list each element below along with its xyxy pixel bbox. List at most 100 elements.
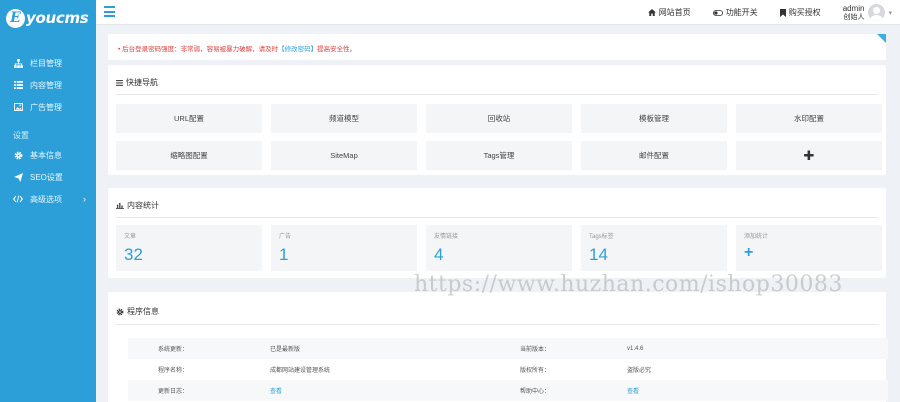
change-password-link[interactable]: 【修改密码】 xyxy=(278,46,317,53)
info-key: 版权所有： xyxy=(520,368,551,374)
code-icon xyxy=(13,194,23,204)
user-menu[interactable]: admin 创始人 ▾ xyxy=(843,4,892,22)
stat-label: Tags标签 xyxy=(589,234,614,240)
quick-nav-grid: URL配置 频道模型 回收站 模板管理 水印配置 缩略图配置 SiteMap T… xyxy=(116,104,882,170)
stat-value: 14 xyxy=(589,245,608,264)
quick-btn-mail-config[interactable]: 邮件配置 xyxy=(581,141,727,170)
quick-btn-recycle-bin[interactable]: 回收站 xyxy=(426,104,572,133)
info-key: 更新日志： xyxy=(157,389,188,395)
quick-btn-template-manage[interactable]: 模板管理 xyxy=(581,104,727,133)
sidebar-item-advanced[interactable]: 高级选项 › xyxy=(0,188,96,210)
add-shortcut-button[interactable]: ✚ xyxy=(736,141,882,170)
table-row: 程序名称： 成都网站建设管理系统 版权所有： 盗版必究 xyxy=(128,359,888,380)
quick-btn-tags-manage[interactable]: Tags管理 xyxy=(426,141,572,170)
info-value: 已是最新版 xyxy=(270,347,301,353)
info-key: 当前版本： xyxy=(520,347,551,353)
sidebar-item-label: 内容管理 xyxy=(30,80,62,90)
hamburger-icon xyxy=(104,6,115,8)
program-info-title: 程序信息 xyxy=(116,306,159,317)
user-info: admin 创始人 xyxy=(843,4,865,22)
quick-btn-url-config[interactable]: URL配置 xyxy=(116,104,262,133)
quick-btn-thumbnail-config[interactable]: 缩略图配置 xyxy=(116,141,262,170)
gear-icon xyxy=(116,308,124,316)
security-alert: • 后台登录密码强度：非常弱，容易被暴力破解，请及时【修改密码】提高安全性。 xyxy=(108,34,886,60)
stat-articles[interactable]: 文章 32 xyxy=(116,225,262,271)
sidebar-item-label: SEO设置 xyxy=(30,172,63,182)
stat-value: 4 xyxy=(434,245,444,264)
quick-nav-panel: 快捷导航 URL配置 频道模型 回收站 模板管理 水印配置 缩略图配置 Site… xyxy=(108,65,886,175)
sidebar-item-label: 栏目管理 xyxy=(30,58,62,68)
content-stats-panel: 内容统计 文章 32 广告 1 友情链接 4 Tags标签 14 添加统计 + xyxy=(108,188,886,278)
image-icon xyxy=(13,102,23,112)
feature-toggle-link[interactable]: 功能开关 xyxy=(712,7,758,18)
topbar: 网站首页 功能开关 购买授权 admin 创始人 ▾ xyxy=(96,0,900,25)
stat-ads[interactable]: 广告 1 xyxy=(271,225,417,271)
list-icon xyxy=(13,80,23,90)
avatar xyxy=(868,4,886,21)
divider xyxy=(116,324,878,325)
divider xyxy=(116,94,878,95)
main-content: • 后台登录密码强度：非常弱，容易被暴力破解，请及时【修改密码】提高安全性。 快… xyxy=(96,25,900,402)
chevron-right-icon: › xyxy=(83,194,86,204)
logo-text: youcms xyxy=(26,9,89,27)
changelog-link[interactable]: 查看 xyxy=(270,389,282,395)
user-name: admin xyxy=(842,3,865,13)
sidebar-item-seo[interactable]: SEO设置 xyxy=(0,166,96,188)
info-value: 成都网站建设管理系统 xyxy=(270,368,331,374)
stats-grid: 文章 32 广告 1 友情链接 4 Tags标签 14 添加统计 + xyxy=(116,225,882,271)
info-key: 帮助中心： xyxy=(520,389,551,395)
menu-toggle-button[interactable] xyxy=(104,6,115,17)
info-key: 程序名称： xyxy=(157,368,188,374)
logo-badge: E xyxy=(6,8,25,28)
bookmark-icon xyxy=(779,8,786,17)
add-stat-button[interactable]: 添加统计 + xyxy=(736,225,882,271)
info-key: 系统更新： xyxy=(157,347,188,353)
sidebar-item-label: 广告管理 xyxy=(30,102,62,112)
logo[interactable]: E youcms xyxy=(0,0,96,36)
stat-value: 32 xyxy=(124,245,143,264)
stat-tags[interactable]: Tags标签 14 xyxy=(581,225,727,271)
stat-label: 友情链接 xyxy=(434,234,459,240)
info-value: 盗版必究 xyxy=(627,368,652,374)
sidebar-nav: 栏目管理 内容管理 广告管理 设置 基本信息 SEO设置 高级选项 › xyxy=(0,52,96,210)
home-icon xyxy=(647,9,656,16)
program-info-table: 系统更新： 已是最新版 当前版本： v1.4.6 程序名称： 成都网站建设管理系… xyxy=(128,338,888,401)
stat-label: 添加统计 xyxy=(744,234,769,240)
info-value: v1.4.6 xyxy=(627,345,644,352)
help-center-link[interactable]: 查看 xyxy=(627,389,639,395)
sidebar-item-ads[interactable]: 广告管理 xyxy=(0,96,96,118)
corner-ribbon xyxy=(877,34,886,43)
quick-btn-watermark-config[interactable]: 水印配置 xyxy=(736,104,882,133)
send-icon xyxy=(13,172,23,182)
stat-friend-links[interactable]: 友情链接 4 xyxy=(426,225,572,271)
table-row: 系统更新： 已是最新版 当前版本： v1.4.6 xyxy=(128,338,888,359)
top-links: 网站首页 功能开关 购买授权 admin 创始人 ▾ xyxy=(647,0,900,25)
stat-label: 文章 xyxy=(124,234,137,240)
plus-icon: + xyxy=(744,244,754,261)
bar-chart-icon xyxy=(116,202,124,209)
purchase-license-link[interactable]: 购买授权 xyxy=(779,7,821,18)
top-link-label: 功能开关 xyxy=(725,8,758,17)
quick-nav-title: 快捷导航 xyxy=(116,77,158,88)
stat-value: 1 xyxy=(279,245,289,264)
sidebar: E youcms 栏目管理 内容管理 广告管理 设置 基本信息 SEO设置 高级… xyxy=(0,0,96,402)
gear-icon xyxy=(13,150,23,160)
sidebar-item-label: 高级选项 xyxy=(30,194,62,204)
sidebar-item-category[interactable]: 栏目管理 xyxy=(0,52,96,74)
sidebar-item-content[interactable]: 内容管理 xyxy=(0,74,96,96)
sidebar-item-basic-info[interactable]: 基本信息 xyxy=(0,144,96,166)
bars-icon xyxy=(116,79,123,86)
top-link-label: 购买授权 xyxy=(788,8,821,17)
sitemap-icon xyxy=(13,58,23,68)
chevron-down-icon: ▾ xyxy=(888,9,892,17)
user-role: 创始人 xyxy=(843,13,865,21)
table-row: 更新日志： 查看 帮助中心： 查看 xyxy=(128,380,888,401)
stat-label: 广告 xyxy=(279,234,292,240)
quick-btn-sitemap[interactable]: SiteMap xyxy=(271,141,417,170)
home-link[interactable]: 网站首页 xyxy=(647,7,691,18)
alert-message: • 后台登录密码强度：非常弱，容易被暴力破解，请及时【修改密码】提高安全性。 xyxy=(118,46,357,53)
sidebar-section-settings: 设置 xyxy=(13,131,29,140)
stats-title: 内容统计 xyxy=(116,200,159,211)
quick-btn-channel-model[interactable]: 频道模型 xyxy=(271,104,417,133)
program-info-panel: 程序信息 系统更新： 已是最新版 当前版本： v1.4.6 程序名称： 成都网站… xyxy=(108,292,888,402)
